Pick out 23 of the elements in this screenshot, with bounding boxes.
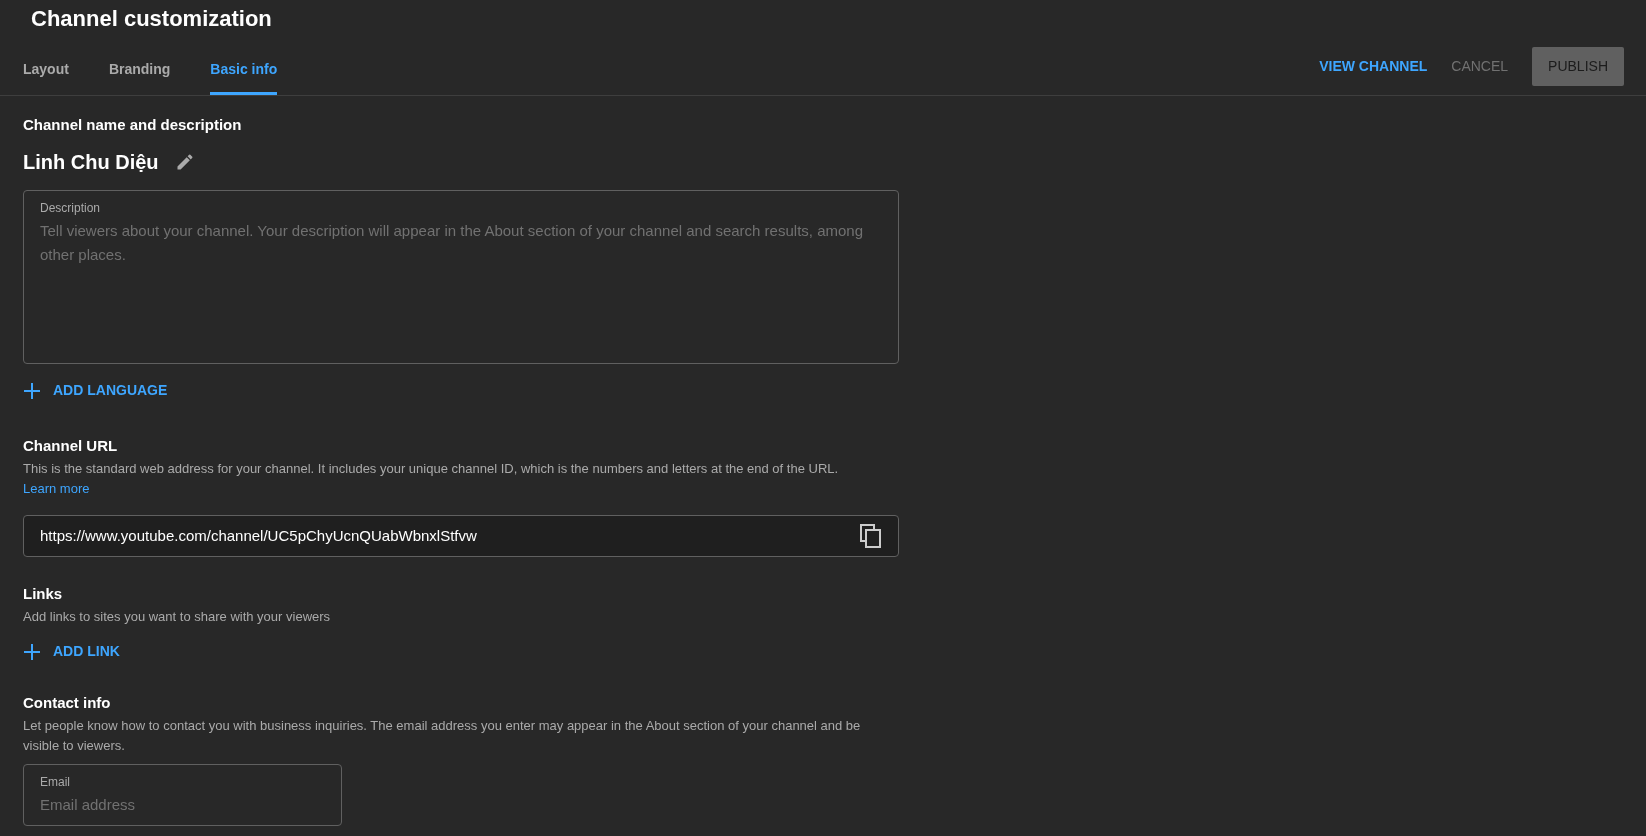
channel-name: Linh Chu Diệu: [23, 150, 159, 174]
plus-icon: [23, 642, 41, 661]
field-label: Email: [40, 774, 70, 791]
page-title: Channel customization: [31, 6, 272, 32]
section-description: Add links to sites you want to share with your viewers: [23, 608, 332, 626]
section-heading: Channel URL: [23, 437, 119, 455]
view-channel-link[interactable]: VIEW CHANNEL: [1319, 46, 1428, 87]
section-heading: Channel name and description: [23, 116, 243, 134]
learn-more-link[interactable]: Learn more: [23, 481, 90, 496]
section-description: This is the standard web address for your channel. It includes your unique channel ID, which is the numbers and letters at the end of the URL. Learn more: [23, 460, 840, 498]
tab[interactable]: Branding: [108, 45, 171, 95]
url-field[interactable]: https://www.youtube.com/channel/UC5pChyUcnQUabWbnxlStfvw: [23, 515, 899, 557]
cancel-button[interactable]: CANCEL: [1451, 46, 1509, 87]
section-heading: Contact info: [23, 694, 112, 712]
section-heading: Links: [23, 585, 64, 603]
tab[interactable]: Layout: [23, 45, 69, 95]
field-label: Description: [40, 200, 101, 217]
add-language-button[interactable]: ADD LANGUAGE: [23, 380, 168, 401]
copy-icon[interactable]: [860, 524, 882, 548]
tab[interactable]: Basic info: [210, 45, 278, 95]
add-link-button[interactable]: ADD LINK: [23, 641, 120, 662]
plus-icon: [23, 381, 41, 400]
section-description: Let people know how to contact you with business inquiries. The email address you enter may appear in the About section of your channel and be visible to viewers.: [23, 717, 862, 755]
